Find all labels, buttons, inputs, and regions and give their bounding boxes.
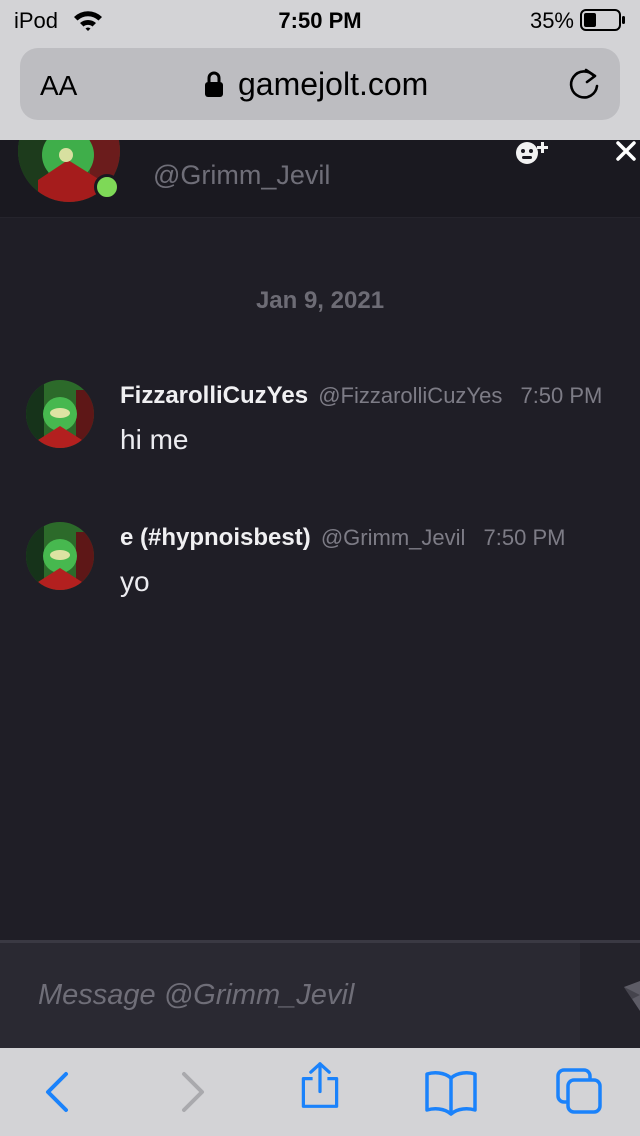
- forward-icon[interactable]: [168, 1068, 216, 1116]
- chat-header: @Grimm_Jevil: [0, 140, 640, 218]
- message-meta: FizzarolliCuzYes @FizzarolliCuzYes 7:50 …: [120, 382, 602, 410]
- text-size-button[interactable]: AA: [40, 70, 77, 102]
- back-icon[interactable]: [34, 1068, 82, 1116]
- browser-toolbar: [0, 1048, 640, 1136]
- send-button[interactable]: [580, 943, 640, 1048]
- date-divider: Jan 9, 2021: [255, 287, 385, 314]
- share-icon[interactable]: [296, 1062, 344, 1110]
- message-author-name[interactable]: FizzarolliCuzYes: [120, 382, 308, 409]
- url-domain: gamejolt.com: [238, 66, 429, 102]
- message-author-handle[interactable]: @FizzarolliCuzYes: [318, 383, 502, 408]
- add-friend-icon[interactable]: [512, 140, 552, 168]
- lock-icon: [205, 71, 223, 97]
- battery-icon: [580, 9, 625, 31]
- message-composer: [0, 940, 640, 1048]
- online-indicator: [94, 174, 120, 200]
- send-icon: [624, 981, 640, 1011]
- tabs-icon[interactable]: [556, 1068, 604, 1116]
- message-author-handle[interactable]: @Grimm_Jevil: [321, 525, 466, 550]
- message-input[interactable]: [0, 943, 580, 1048]
- message-time: 7:50 PM: [520, 383, 603, 408]
- close-icon[interactable]: [612, 140, 640, 164]
- message-author-name[interactable]: e (#hypnoisbest): [120, 524, 311, 551]
- message-text: yo: [120, 566, 150, 597]
- browser-address-area: AA gamejolt.com: [0, 40, 640, 140]
- status-bar: iPod 7:50 PM 35%: [0, 0, 640, 40]
- bookmarks-icon[interactable]: [424, 1068, 478, 1116]
- battery-percent: 35%: [529, 8, 574, 33]
- message-text: hi me: [120, 424, 189, 455]
- message-time: 7:50 PM: [483, 525, 566, 550]
- reload-icon[interactable]: [568, 66, 602, 102]
- avatar[interactable]: [26, 380, 94, 448]
- chat-partner-handle[interactable]: @Grimm_Jevil: [153, 160, 330, 191]
- address-bar[interactable]: AA gamejolt.com: [20, 48, 620, 120]
- message-meta: e (#hypnoisbest) @Grimm_Jevil 7:50 PM: [120, 524, 565, 552]
- avatar[interactable]: [26, 522, 94, 590]
